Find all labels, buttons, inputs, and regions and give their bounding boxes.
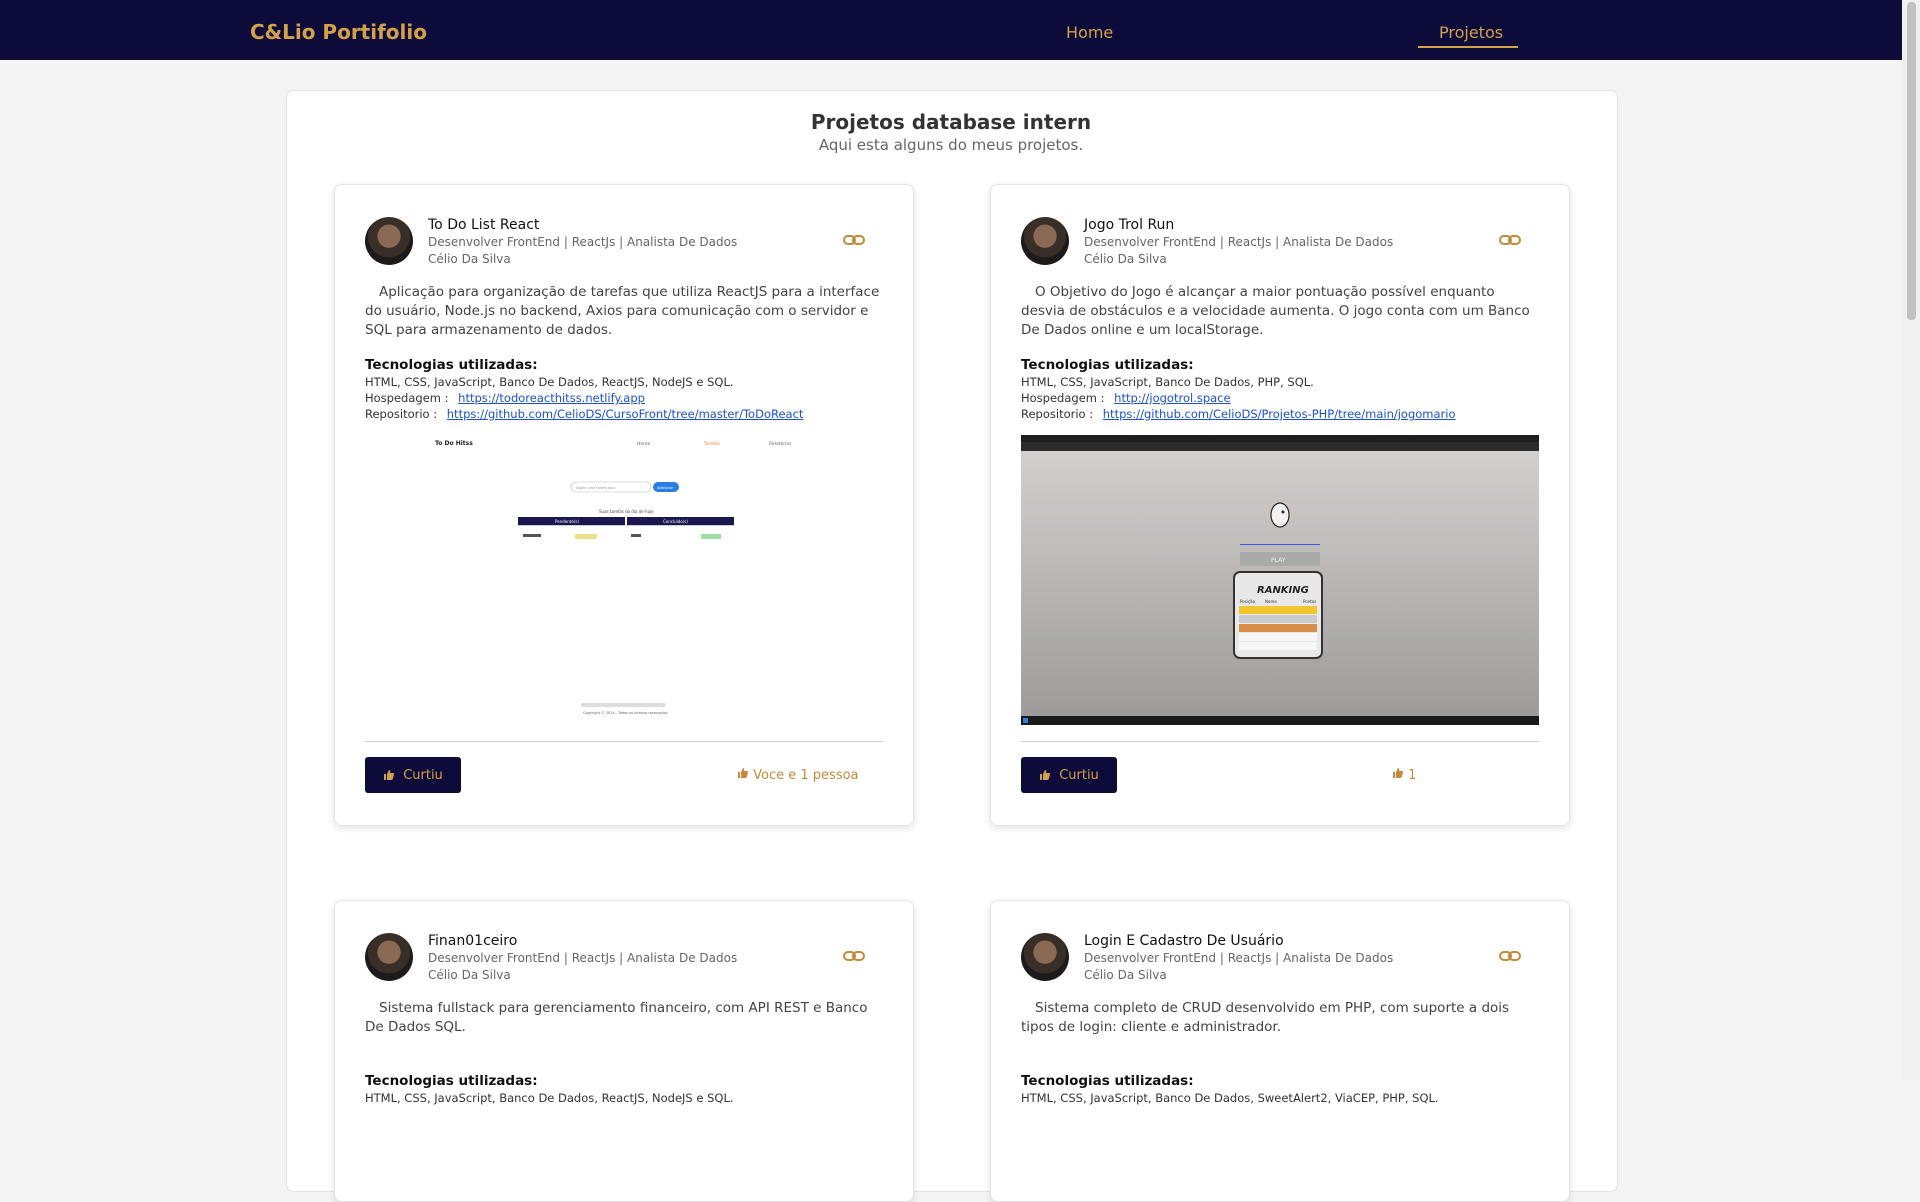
repo-row: Repositorio : https://github.com/CelioDS… xyxy=(1021,407,1456,421)
host-row: Hospedagem : https://todoreacthitss.netl… xyxy=(365,391,645,405)
project-card: To Do List React Desenvolver FrontEnd | … xyxy=(334,184,914,826)
project-preview-image: To Do Hitss Home Tarefas Relatórios Digi… xyxy=(365,435,883,725)
svg-text:Home: Home xyxy=(637,441,651,447)
svg-text:Suas tarefas do dia de hoje: Suas tarefas do dia de hoje xyxy=(599,509,654,514)
svg-text:Adicionar: Adicionar xyxy=(657,486,674,490)
host-label: Hospedagem : xyxy=(1021,391,1105,405)
thumbs-up-icon xyxy=(1393,768,1404,778)
avatar xyxy=(1021,933,1069,981)
project-title: Login E Cadastro De Usuário xyxy=(1084,933,1284,949)
avatar xyxy=(1021,217,1069,265)
tech-list: HTML, CSS, JavaScript, Banco De Dados, P… xyxy=(1021,375,1314,389)
svg-text:RANKING: RANKING xyxy=(1257,585,1309,596)
host-link[interactable]: http://jogotrol.space xyxy=(1114,391,1230,405)
page-title: Projetos database intern xyxy=(810,110,1092,134)
tech-list: HTML, CSS, JavaScript, Banco De Dados, R… xyxy=(365,1091,734,1105)
avatar xyxy=(365,933,413,981)
page-subtitle: Aqui esta alguns do meus projetos. xyxy=(818,136,1084,154)
project-author: Célio Da Silva xyxy=(1084,968,1167,982)
svg-text:PLAY: PLAY xyxy=(1271,557,1286,564)
likes-text: Voce e 1 pessoa xyxy=(753,768,859,783)
project-role: Desenvolver FrontEnd | ReactJs | Analist… xyxy=(428,951,738,965)
svg-text:Relatórios: Relatórios xyxy=(769,440,792,447)
svg-text:Pendente(s): Pendente(s) xyxy=(555,519,579,524)
project-description: O Objetivo do Jogo é alcançar a maior po… xyxy=(1021,284,1530,338)
nav-link-home[interactable]: Home xyxy=(1066,23,1113,42)
thumbs-up-icon xyxy=(384,770,395,780)
project-author: Célio Da Silva xyxy=(1084,252,1167,266)
navbar: C&Lio Portifolio Home Projetos xyxy=(0,0,1902,60)
game-screenshot: PLAY RANKING Posição Nome Pontos xyxy=(1021,435,1539,725)
like-button[interactable]: Curtiu xyxy=(365,757,461,793)
project-role: Desenvolver FrontEnd | ReactJs | Analist… xyxy=(1084,951,1394,965)
likes-text: 1 xyxy=(1408,768,1417,783)
project-description: Sistema completo de CRUD desenvolvido em… xyxy=(1021,1000,1510,1035)
scrollbar-thumb[interactable] xyxy=(1907,2,1916,320)
host-row: Hospedagem : http://jogotrol.space xyxy=(1021,391,1231,405)
tech-list: HTML, CSS, JavaScript, Banco De Dados, S… xyxy=(1021,1091,1439,1105)
card-divider xyxy=(1021,741,1539,742)
link-icon[interactable] xyxy=(1499,949,1521,963)
page-scrollbar[interactable] xyxy=(1902,0,1920,1080)
likes-count: Voce e 1 pessoa xyxy=(737,767,859,783)
repo-link[interactable]: https://github.com/CelioDS/Projetos-PHP/… xyxy=(1103,407,1456,421)
svg-text:Copyright © 2024 - Todos os di: Copyright © 2024 - Todos os direitos res… xyxy=(583,711,668,715)
link-icon[interactable] xyxy=(843,949,865,963)
project-title: Jogo Trol Run xyxy=(1084,217,1175,233)
svg-text:Tarefas: Tarefas xyxy=(703,441,721,447)
tech-title: Tecnologias utilizadas: xyxy=(365,357,538,373)
active-nav-indicator xyxy=(1418,46,1518,48)
project-author: Célio Da Silva xyxy=(428,252,511,266)
repo-row: Repositorio : https://github.com/CelioDS… xyxy=(365,407,803,421)
host-label: Hospedagem : xyxy=(365,391,449,405)
tech-title: Tecnologias utilizadas: xyxy=(1021,357,1194,373)
avatar xyxy=(365,217,413,265)
svg-text:Nome: Nome xyxy=(1265,599,1277,604)
brand-logo[interactable]: C&Lio Portifolio xyxy=(250,20,427,44)
thumbs-up-icon xyxy=(738,768,749,778)
repo-link[interactable]: https://github.com/CelioDS/CursoFront/tr… xyxy=(447,407,804,421)
project-card: Login E Cadastro De Usuário Desenvolver … xyxy=(990,900,1570,1202)
tech-title: Tecnologias utilizadas: xyxy=(1021,1073,1194,1089)
project-card: Finan01ceiro Desenvolver FrontEnd | Reac… xyxy=(334,900,914,1202)
project-title: Finan01ceiro xyxy=(428,933,518,949)
repo-label: Repositorio : xyxy=(1021,407,1094,421)
like-button-label: Curtiu xyxy=(403,767,443,783)
project-preview-image: PLAY RANKING Posição Nome Pontos xyxy=(1021,435,1539,725)
link-icon[interactable] xyxy=(843,233,865,247)
project-card: Jogo Trol Run Desenvolver FrontEnd | Rea… xyxy=(990,184,1570,826)
like-button[interactable]: Curtiu xyxy=(1021,757,1117,793)
host-link[interactable]: https://todoreacthitss.netlify.app xyxy=(458,391,645,405)
project-author: Célio Da Silva xyxy=(428,968,511,982)
tech-list: HTML, CSS, JavaScript, Banco De Dados, R… xyxy=(365,375,734,389)
project-description: Sistema fullstack para gerenciamento fin… xyxy=(365,1000,868,1035)
tech-title: Tecnologias utilizadas: xyxy=(365,1073,538,1089)
repo-label: Repositorio : xyxy=(365,407,438,421)
svg-text:Digite uma tarefa aqui: Digite uma tarefa aqui xyxy=(576,486,615,490)
project-title: To Do List React xyxy=(428,217,540,233)
todo-app-screenshot: To Do Hitss Home Tarefas Relatórios Digi… xyxy=(435,440,792,715)
card-divider xyxy=(365,741,883,742)
svg-text:Pontos: Pontos xyxy=(1303,599,1316,604)
link-icon[interactable] xyxy=(1499,233,1521,247)
like-button-label: Curtiu xyxy=(1059,767,1099,783)
nav-link-projetos[interactable]: Projetos xyxy=(1439,23,1503,42)
svg-text:Concluído(s): Concluído(s) xyxy=(663,519,688,524)
likes-count: 1 xyxy=(1392,767,1416,783)
svg-text:Posição: Posição xyxy=(1240,599,1256,604)
svg-text:To Do Hitss: To Do Hitss xyxy=(435,440,473,447)
project-role: Desenvolver FrontEnd | ReactJs | Analist… xyxy=(428,235,738,249)
project-description: Aplicação para organização de tarefas qu… xyxy=(365,284,880,338)
project-role: Desenvolver FrontEnd | ReactJs | Analist… xyxy=(1084,235,1394,249)
thumbs-up-icon xyxy=(1040,770,1051,780)
